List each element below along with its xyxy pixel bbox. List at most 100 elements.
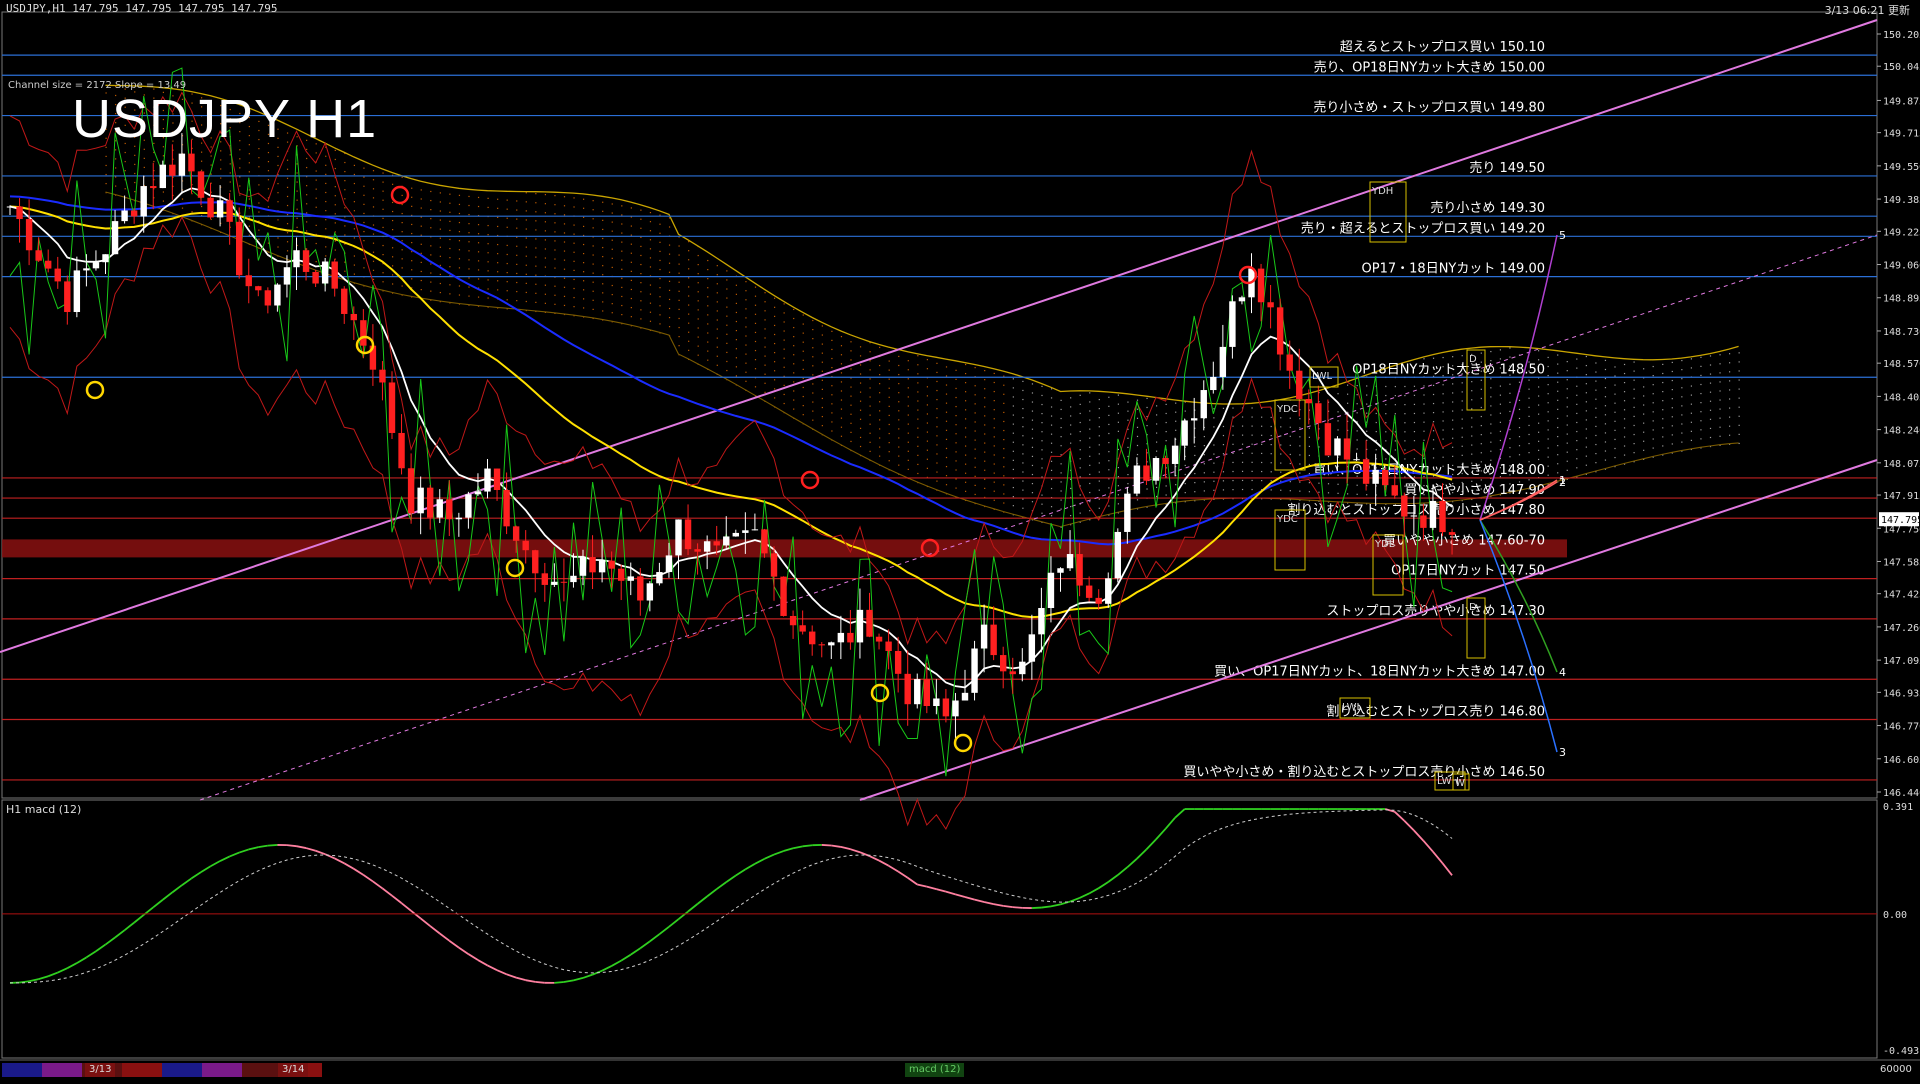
cloud-dot [1662,400,1663,401]
cloud-dot [726,279,727,280]
macd-segment [755,859,765,864]
cloud-dot [1557,463,1558,464]
cloud-dot [1634,443,1635,444]
cloud-dot [1739,434,1740,435]
projection-label: 1 [1559,474,1566,487]
cloud-dot [573,279,574,280]
cloud-dot [1519,436,1520,437]
cloud-dot [707,332,708,333]
cloud-dot [812,320,813,321]
cloud-dot [822,334,823,335]
cloud-dot [583,271,584,272]
cloud-dot [994,391,995,392]
cloud-dot [793,354,794,355]
cloud-dot [1299,463,1300,464]
cloud-dot [994,473,995,474]
cloud-dot [612,258,613,259]
cloud-dot [277,192,278,193]
cloud-dot [421,262,422,263]
cloud-dot [1423,422,1424,423]
cloud-dot [975,394,976,395]
cloud-dot [1490,460,1491,461]
cloud-dot [879,446,880,447]
cloud-dot [1385,413,1386,414]
cloud-dot [745,326,746,327]
cloud-dot [363,258,364,259]
cloud-dot [994,463,995,464]
cloud-dot [1538,423,1539,424]
macd-segment [946,892,956,895]
chart-canvas[interactable]: 超えるとストップロス買い 150.10売り、OP18日NYカット大きめ 150.… [0,0,1920,1080]
cloud-dot [1481,407,1482,408]
date-tab-2[interactable]: 3/14 [278,1063,308,1077]
cloud-dot [430,227,431,228]
cloud-dot [707,323,708,324]
cloud-dot [144,158,145,159]
cloud-dot [1490,414,1491,415]
chart-stage[interactable]: 超えるとストップロス買い 150.10売り、OP18日NYカット大きめ 150.… [0,0,1920,1080]
cloud-dot [1127,456,1128,457]
cloud-dot [698,346,699,347]
cloud-dot [860,419,861,420]
cloud-dot [392,274,393,275]
cloud-dot [1080,467,1081,468]
cloud-dot [554,195,555,196]
cloud-dot [1471,381,1472,382]
cloud-dot [755,359,756,360]
cloud-dot [679,318,680,319]
cloud-dot [1280,462,1281,463]
cloud-dot [612,294,613,295]
cloud-dot [1261,480,1262,481]
cloud-dot [554,240,555,241]
cloud-dot [1252,489,1253,490]
cloud-dot [1452,410,1453,411]
cloud-dot [659,242,660,243]
price-tick-label: 147.585 [1883,557,1920,568]
cloud-dot [831,358,832,359]
cloud-dot [1061,481,1062,482]
date-tab-1[interactable]: 3/13 [85,1063,115,1077]
cloud-dot [125,170,126,171]
cloud-dot [1662,418,1663,419]
cloud-dot [449,293,450,294]
cloud-dot [1061,409,1062,410]
cloud-dot [1194,491,1195,492]
cloud-dot [459,267,460,268]
cloud-dot [354,183,355,184]
cloud-dot [745,290,746,291]
cloud-dot [468,277,469,278]
cloud-dot [841,363,842,364]
cloud-dot [1051,470,1052,471]
cloud-dot [975,430,976,431]
cloud-dot [860,437,861,438]
cloud-dot [1032,483,1033,484]
cloud-dot [583,289,584,290]
cloud-dot [1376,449,1377,450]
cloud-dot [211,155,212,156]
cloud-dot [1452,429,1453,430]
cloud-dot [1662,409,1663,410]
cloud-dot [1099,490,1100,491]
cloud-dot [975,421,976,422]
cloud-dot [870,433,871,434]
cloud-dot [526,283,527,284]
cloud-dot [1309,473,1310,474]
cloud-dot [764,374,765,375]
cloud-dot [965,418,966,419]
cloud-dot [1213,453,1214,454]
cloud-dot [507,290,508,291]
cloud-dot [1022,453,1023,454]
session-segment [162,1063,202,1077]
cloud-dot [239,167,240,168]
cloud-dot [535,302,536,303]
cloud-dot [1022,471,1023,472]
price-tick-label: 146.770 [1883,722,1920,733]
cloud-dot [115,176,116,177]
cloud-dot [1166,404,1167,405]
cloud-dot [1624,373,1625,374]
cloud-dot [1022,462,1023,463]
status-tag: macd (12) [905,1063,964,1077]
cloud-dot [602,256,603,257]
cloud-dot [440,256,441,257]
candle-body [64,281,70,312]
